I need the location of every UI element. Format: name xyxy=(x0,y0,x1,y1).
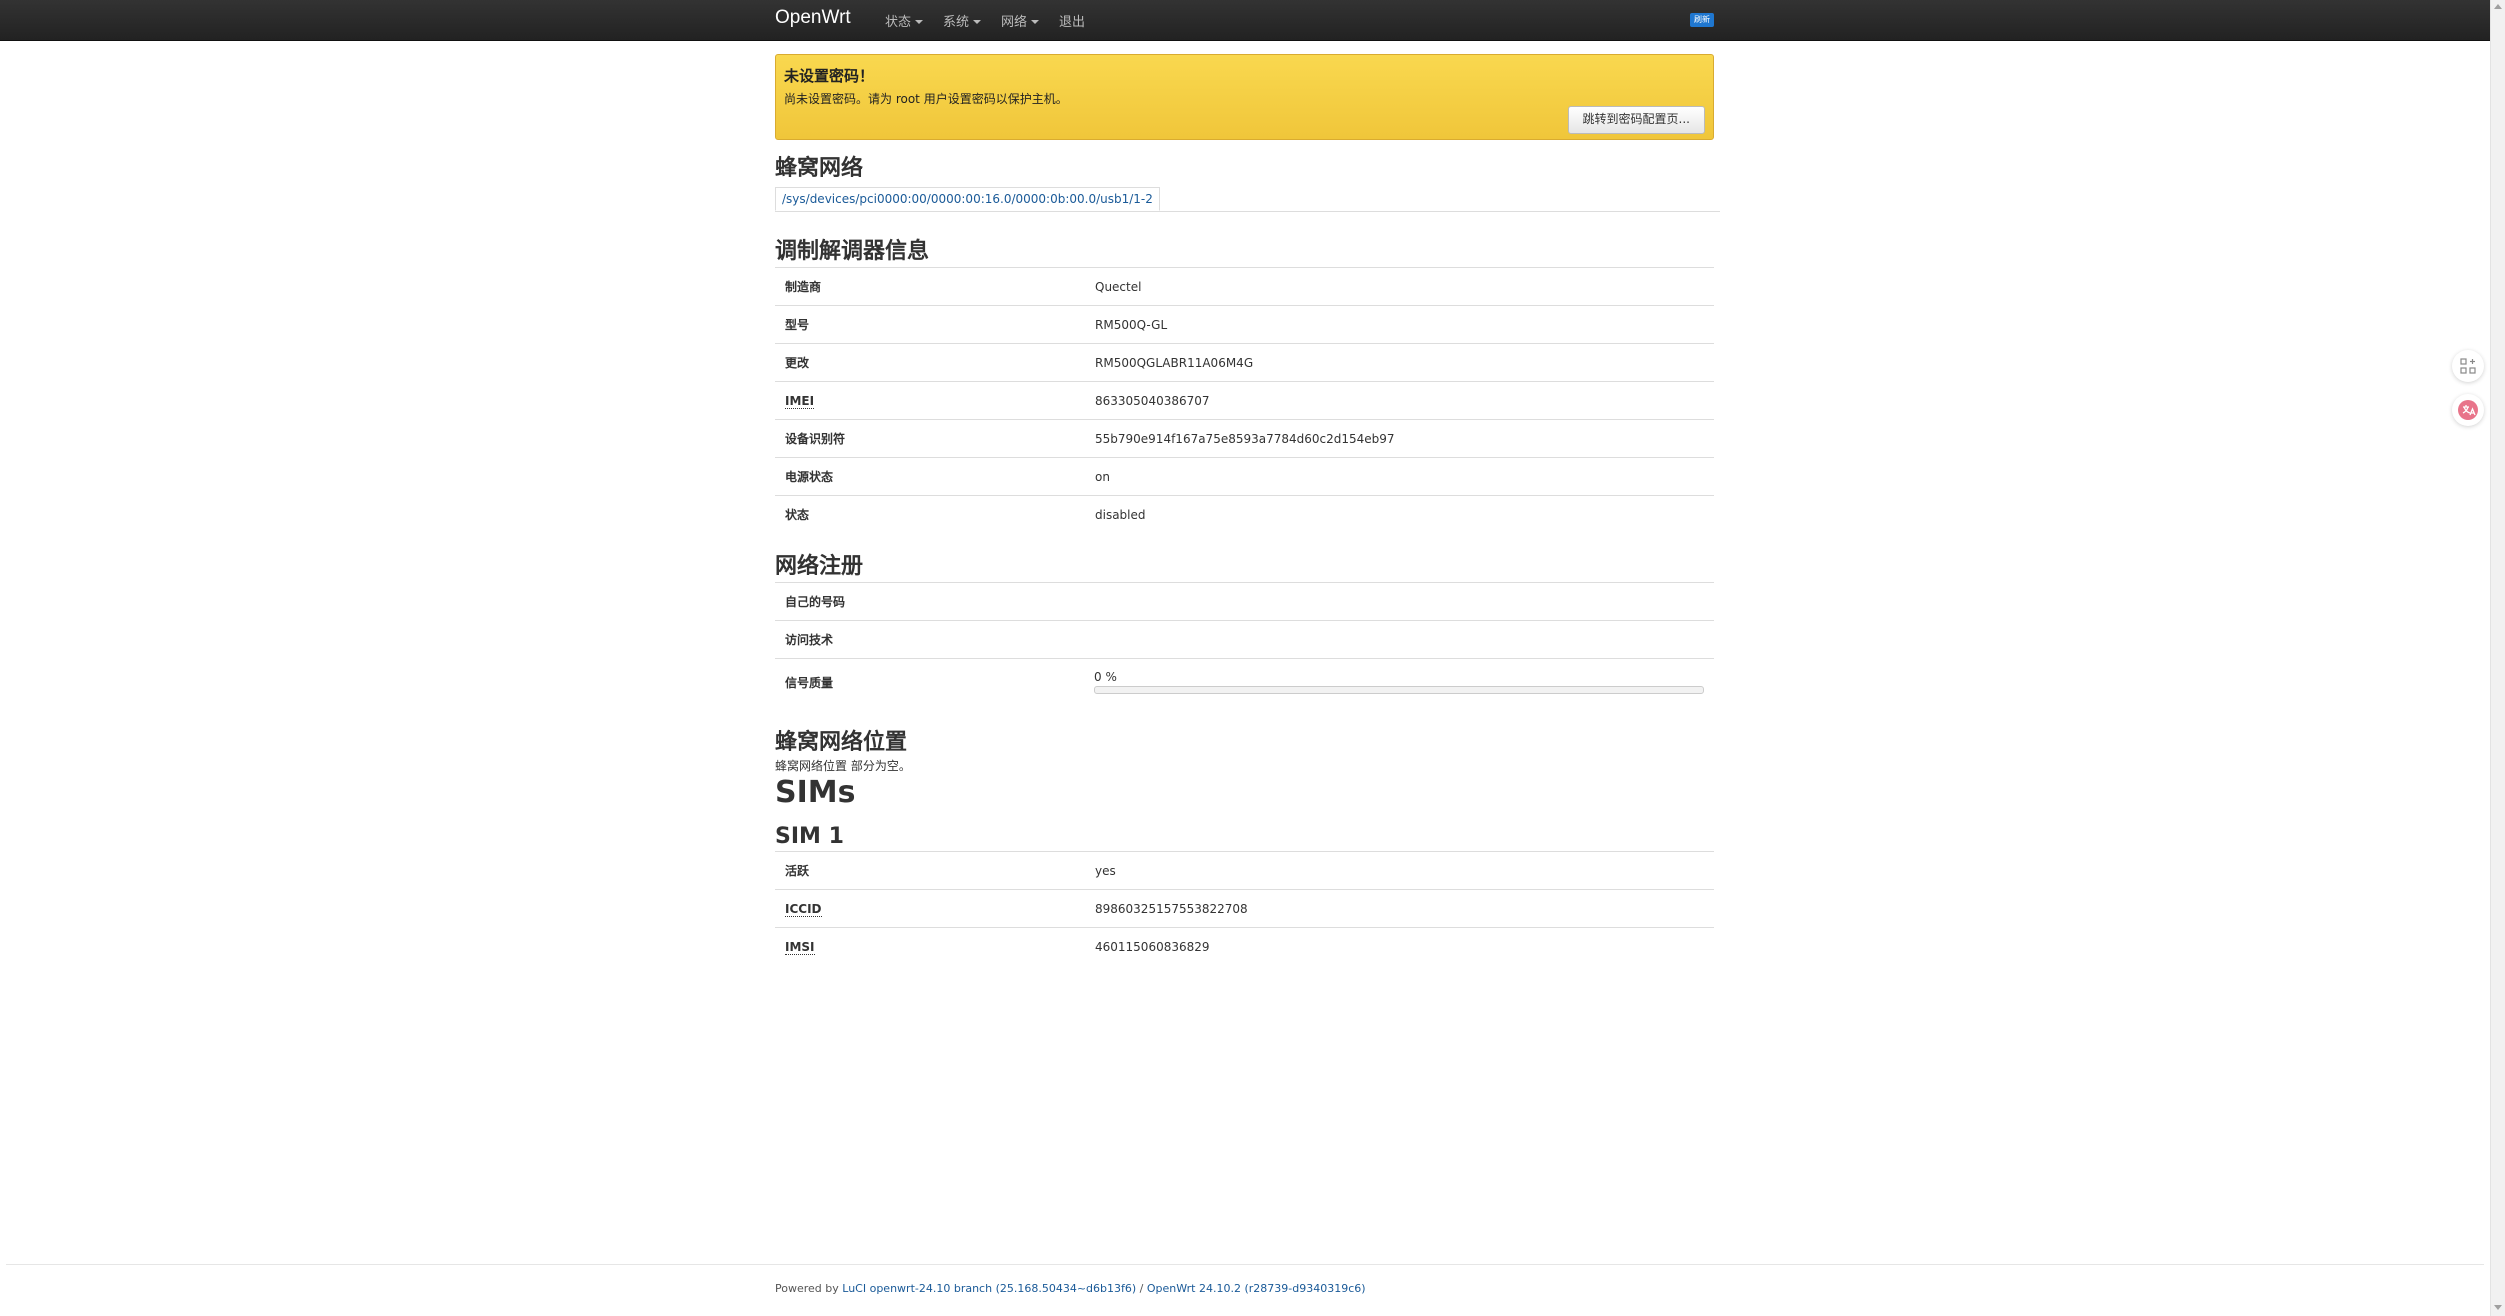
row-label-iccid: ICCID xyxy=(775,889,1085,928)
menu-network-label: 网络 xyxy=(1001,15,1028,30)
table-row: 信号质量 0 % xyxy=(775,658,1714,705)
imsi-abbr: IMSI xyxy=(785,939,815,955)
footer-separator: / xyxy=(1136,1282,1147,1295)
row-label-imei: IMEI xyxy=(775,381,1085,420)
menu-logout[interactable]: 退出 xyxy=(1059,11,1085,30)
signal-quality-text: 0 % xyxy=(1094,670,1117,684)
row-value: 863305040386707 xyxy=(1085,381,1714,420)
cellular-title: 蜂窝网络 xyxy=(775,156,864,181)
row-value xyxy=(1084,620,1714,659)
refresh-badge[interactable]: 刷新 xyxy=(1690,13,1714,27)
table-row: 活跃 yes xyxy=(775,851,1714,890)
row-value: on xyxy=(1085,457,1714,496)
row-label: 更改 xyxy=(775,343,1085,382)
menu-system-label: 系统 xyxy=(943,15,970,30)
menu-logout-label: 退出 xyxy=(1059,15,1086,30)
row-label-imsi: IMSI xyxy=(775,927,1085,965)
scroll-up-icon[interactable] xyxy=(2494,4,2502,9)
modem-info-title: 调制解调器信息 xyxy=(775,239,930,264)
imei-abbr: IMEI xyxy=(785,393,815,409)
sim1-table: 活跃 yes ICCID 89860325157553822708 IMSI 4… xyxy=(775,851,1714,965)
table-row: 设备识别符 55b790e914f167a75e8593a7784d60c2d1… xyxy=(775,419,1714,458)
row-value: RM500Q-GL xyxy=(1085,305,1714,344)
row-label: 自己的号码 xyxy=(775,582,1084,621)
row-value: RM500QGLABR11A06M4G xyxy=(1085,343,1714,382)
side-tools xyxy=(2452,350,2488,438)
row-value xyxy=(1084,582,1714,621)
registration-title: 网络注册 xyxy=(775,554,864,579)
scroll-down-icon[interactable] xyxy=(2494,1305,2502,1310)
caret-down-icon xyxy=(973,19,982,24)
table-row: 状态 disabled xyxy=(775,495,1714,533)
openwrt-link[interactable]: OpenWrt 24.10.2 (r28739-d9340319c6) xyxy=(1147,1282,1366,1295)
table-row: IMEI 863305040386707 xyxy=(775,381,1714,420)
sim1-title: SIM 1 xyxy=(775,824,844,849)
sims-title: SIMs xyxy=(775,775,856,810)
menu-status[interactable]: 状态 xyxy=(885,11,924,30)
row-value: disabled xyxy=(1085,495,1714,533)
menu-system[interactable]: 系统 xyxy=(943,11,982,30)
table-row: IMSI 460115060836829 xyxy=(775,927,1714,965)
goto-password-button[interactable]: 跳转到密码配置页... xyxy=(1567,106,1705,134)
footer-divider xyxy=(6,1264,2484,1265)
table-row: 制造商 Quectel xyxy=(775,267,1714,306)
row-label: 信号质量 xyxy=(775,658,1084,705)
location-note: 蜂窝网络位置 部分为空。 xyxy=(775,759,911,773)
brand-logo[interactable]: OpenWrt xyxy=(775,7,851,29)
table-row: ICCID 89860325157553822708 xyxy=(775,889,1714,928)
footer-prefix: Powered by xyxy=(775,1282,843,1295)
caret-down-icon xyxy=(915,19,924,24)
row-label: 电源状态 xyxy=(775,457,1085,496)
table-row: 更改 RM500QGLABR11A06M4G xyxy=(775,343,1714,382)
menu-status-label: 状态 xyxy=(885,15,912,30)
page-scrollbar[interactable] xyxy=(2490,0,2505,1316)
no-password-alert: 未设置密码！ 尚未设置密码。请为 root 用户设置密码以保护主机。 跳转到密码… xyxy=(775,54,1714,140)
table-row: 访问技术 xyxy=(775,620,1714,659)
footer: Powered by LuCI openwrt-24.10 branch (25… xyxy=(775,1282,1366,1295)
row-label: 设备识别符 xyxy=(775,419,1085,458)
iccid-abbr: ICCID xyxy=(785,901,822,917)
location-title: 蜂窝网络位置 xyxy=(775,730,908,755)
luci-link[interactable]: LuCI openwrt-24.10 branch (25.168.50434~… xyxy=(842,1282,1136,1295)
table-row: 自己的号码 xyxy=(775,582,1714,621)
table-row: 型号 RM500Q-GL xyxy=(775,305,1714,344)
signal-quality-cell: 0 % xyxy=(1084,658,1714,705)
row-label: 状态 xyxy=(775,495,1085,533)
row-value: 460115060836829 xyxy=(1085,927,1714,965)
menu-network[interactable]: 网络 xyxy=(1001,11,1040,30)
alert-text: 尚未设置密码。请为 root 用户设置密码以保护主机。 xyxy=(784,92,1068,106)
main-menu: 状态 系统 网络 退出 xyxy=(885,11,1105,30)
device-tabbar: /sys/devices/pci0000:00/0000:00:16.0/000… xyxy=(775,187,1720,212)
table-row: 电源状态 on xyxy=(775,457,1714,496)
tab-device-path[interactable]: /sys/devices/pci0000:00/0000:00:16.0/000… xyxy=(775,187,1160,211)
row-value: 89860325157553822708 xyxy=(1085,889,1714,928)
grid-add-icon xyxy=(2460,358,2476,374)
row-label: 访问技术 xyxy=(775,620,1084,659)
registration-table: 自己的号码 访问技术 信号质量 0 % xyxy=(775,582,1714,705)
row-value: yes xyxy=(1085,851,1714,890)
modem-info-table: 制造商 Quectel 型号 RM500Q-GL 更改 RM500QGLABR1… xyxy=(775,267,1714,533)
top-navbar: OpenWrt 状态 系统 网络 退出 刷新 xyxy=(0,0,2490,41)
row-label: 制造商 xyxy=(775,267,1085,306)
caret-down-icon xyxy=(1031,19,1040,24)
alert-title: 未设置密码！ xyxy=(784,67,875,85)
grid-add-button[interactable] xyxy=(2452,350,2484,382)
row-value: 55b790e914f167a75e8593a7784d60c2d154eb97 xyxy=(1085,419,1714,458)
row-value: Quectel xyxy=(1085,267,1714,306)
main-content: 未设置密码！ 尚未设置密码。请为 root 用户设置密码以保护主机。 跳转到密码… xyxy=(775,54,1720,965)
row-label: 型号 xyxy=(775,305,1085,344)
signal-quality-bar xyxy=(1094,686,1704,694)
row-label: 活跃 xyxy=(775,851,1085,890)
translate-icon xyxy=(2458,400,2478,420)
translate-button[interactable] xyxy=(2452,394,2484,426)
